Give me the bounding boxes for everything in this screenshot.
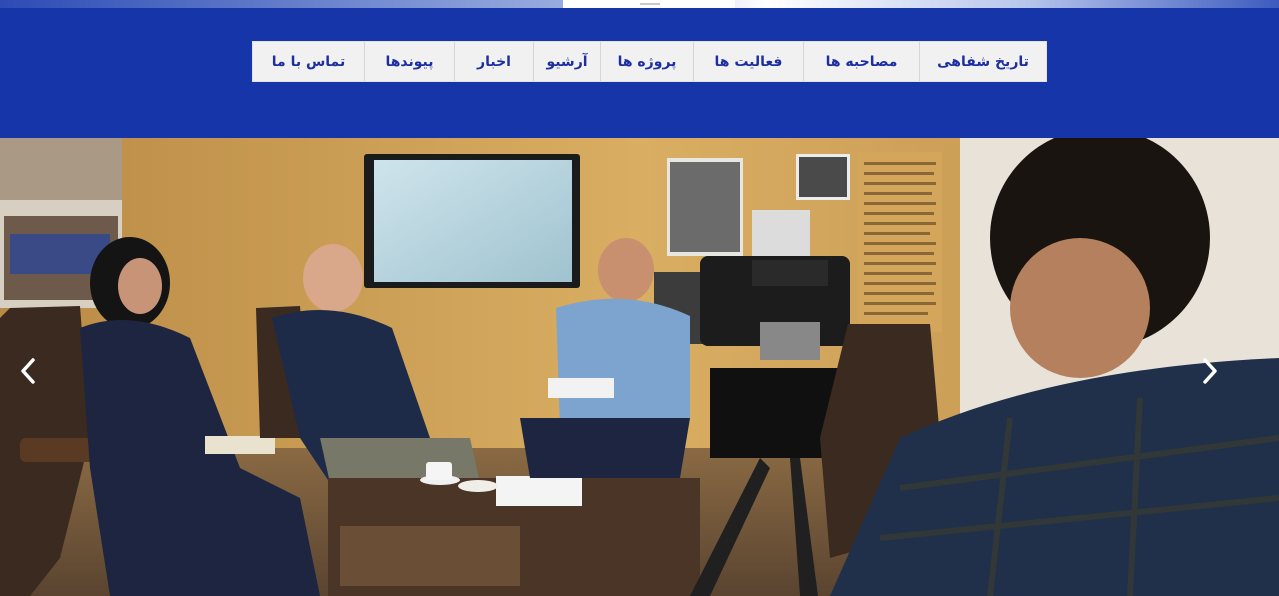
nav-item-contact[interactable]: تماس با ما — [253, 42, 364, 81]
nav-item-projects[interactable]: پروژه ها — [600, 42, 693, 81]
chevron-right-icon — [1203, 358, 1217, 384]
slider-prev-button[interactable] — [20, 358, 60, 398]
main-nav: تاریخ شفاهی مصاحبه ها فعالیت ها پروژه ها… — [252, 41, 1047, 82]
nav-item-oral-history[interactable]: تاریخ شفاهی — [919, 42, 1046, 81]
slider-next-button[interactable] — [1202, 358, 1242, 398]
nav-item-activities[interactable]: فعالیت ها — [693, 42, 803, 81]
image-slider — [0, 138, 1279, 596]
nav-item-links[interactable]: پیوندها — [364, 42, 454, 81]
top-strip-mark — [640, 3, 660, 5]
top-gradient-strip — [0, 0, 1279, 8]
nav-item-archive[interactable]: آرشیو — [533, 42, 600, 81]
chevron-left-icon — [21, 358, 35, 384]
site-header: تاریخ شفاهی مصاحبه ها فعالیت ها پروژه ها… — [0, 8, 1279, 138]
studio-interview-photo — [0, 138, 1279, 596]
nav-item-interviews[interactable]: مصاحبه ها — [803, 42, 919, 81]
nav-item-news[interactable]: اخبار — [454, 42, 533, 81]
